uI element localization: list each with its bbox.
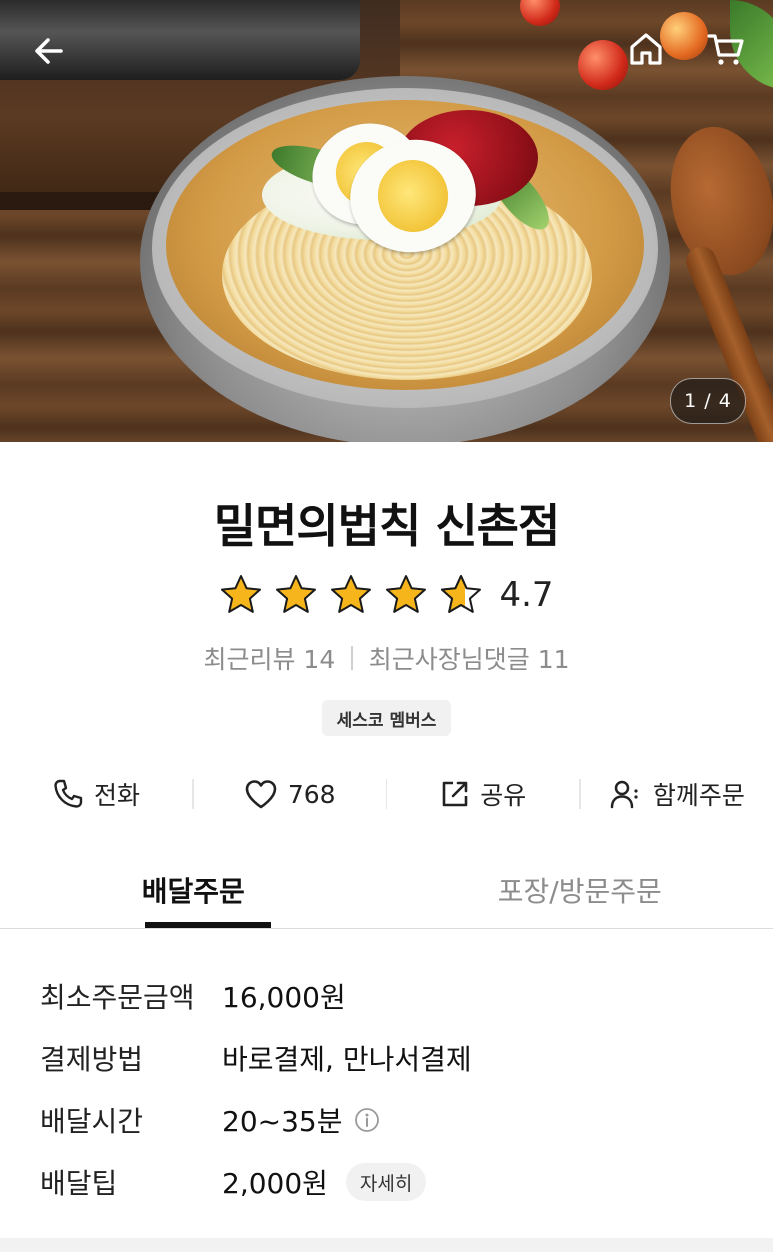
heart-icon bbox=[245, 780, 277, 809]
home-icon bbox=[630, 33, 662, 65]
review-summary: 최근리뷰 14 최근사장님댓글 11 bbox=[0, 640, 773, 676]
recent-reviews-link[interactable]: 최근리뷰 14 bbox=[203, 640, 335, 676]
share-button[interactable]: 공유 bbox=[387, 776, 579, 812]
cart-button[interactable] bbox=[700, 24, 752, 74]
tab-pickup-label: 포장/방문주문 bbox=[497, 875, 662, 908]
order-type-tabs: 배달주문 포장/방문주문 bbox=[0, 856, 773, 929]
delivery-tip-value: 2,000원 bbox=[222, 1167, 328, 1200]
delivery-time-value: 20~35분 bbox=[222, 1105, 343, 1138]
rating-row: 4.7 bbox=[0, 570, 773, 620]
share-label: 공유 bbox=[480, 781, 527, 810]
rating-value: 4.7 bbox=[499, 575, 554, 615]
section-divider bbox=[0, 1238, 773, 1252]
arrow-left-icon bbox=[35, 38, 63, 64]
info-icon[interactable] bbox=[354, 1107, 380, 1133]
cart-icon bbox=[707, 34, 744, 65]
store-title: 밀면의법칙 신촌점 bbox=[213, 499, 561, 553]
delivery-tip-value-wrap: 2,000원 자세히 bbox=[222, 1162, 427, 1202]
min-order-value: 16,000원 bbox=[222, 981, 346, 1014]
payment-value: 바로결제, 만나서결제 bbox=[222, 1043, 472, 1076]
delivery-tip-label: 배달팁 bbox=[40, 1167, 118, 1200]
tab-delivery[interactable]: 배달주문 bbox=[0, 856, 387, 928]
delivery-tip-row: 배달팁 2,000원 자세히 bbox=[40, 1151, 740, 1213]
cesco-badge: 세스코 멤버스 bbox=[322, 700, 451, 736]
store-hero-image[interactable]: 1 / 4 bbox=[0, 0, 773, 442]
tab-delivery-label: 배달주문 bbox=[141, 875, 245, 908]
star-rating bbox=[219, 573, 483, 617]
tip-detail-button[interactable]: 자세히 bbox=[345, 1163, 427, 1201]
delivery-info: 최소주문금액 16,000원 결제방법 바로결제, 만나서결제 배달시간 20~… bbox=[40, 965, 740, 1213]
call-label: 전화 bbox=[94, 781, 141, 810]
home-button[interactable] bbox=[622, 24, 670, 74]
min-order-row: 최소주문금액 16,000원 bbox=[40, 965, 740, 1027]
star-icon bbox=[331, 575, 372, 613]
back-button[interactable] bbox=[22, 26, 76, 76]
call-button[interactable]: 전화 bbox=[0, 776, 192, 812]
group-order-label: 함께주문 bbox=[652, 781, 745, 810]
delivery-time-row: 배달시간 20~35분 bbox=[40, 1089, 740, 1151]
action-bar: 전화 768 공유 함께주문 bbox=[0, 770, 773, 818]
min-order-label: 최소주문금액 bbox=[40, 981, 195, 1014]
payment-row: 결제방법 바로결제, 만나서결제 bbox=[40, 1027, 740, 1089]
share-icon bbox=[442, 781, 468, 807]
group-order-button[interactable]: 함께주문 bbox=[581, 776, 773, 812]
group-user-icon bbox=[610, 780, 638, 809]
tab-pickup[interactable]: 포장/방문주문 bbox=[387, 856, 773, 928]
star-icon bbox=[276, 575, 317, 613]
delivery-time-label: 배달시간 bbox=[40, 1105, 144, 1138]
like-button[interactable]: 768 bbox=[194, 778, 386, 810]
phone-icon bbox=[54, 779, 83, 808]
berry-decor bbox=[578, 40, 628, 90]
like-count: 768 bbox=[287, 779, 336, 809]
half-star-icon bbox=[441, 575, 482, 613]
berry-decor bbox=[520, 0, 560, 26]
active-tab-indicator bbox=[145, 922, 271, 928]
divider bbox=[351, 646, 353, 670]
star-icon bbox=[386, 575, 427, 613]
owner-replies-link[interactable]: 최근사장님댓글 11 bbox=[369, 640, 570, 676]
image-counter: 1 / 4 bbox=[670, 378, 746, 424]
star-icon bbox=[221, 575, 262, 613]
delivery-time-value-wrap: 20~35분 bbox=[222, 1100, 380, 1140]
payment-label: 결제방법 bbox=[40, 1043, 144, 1076]
